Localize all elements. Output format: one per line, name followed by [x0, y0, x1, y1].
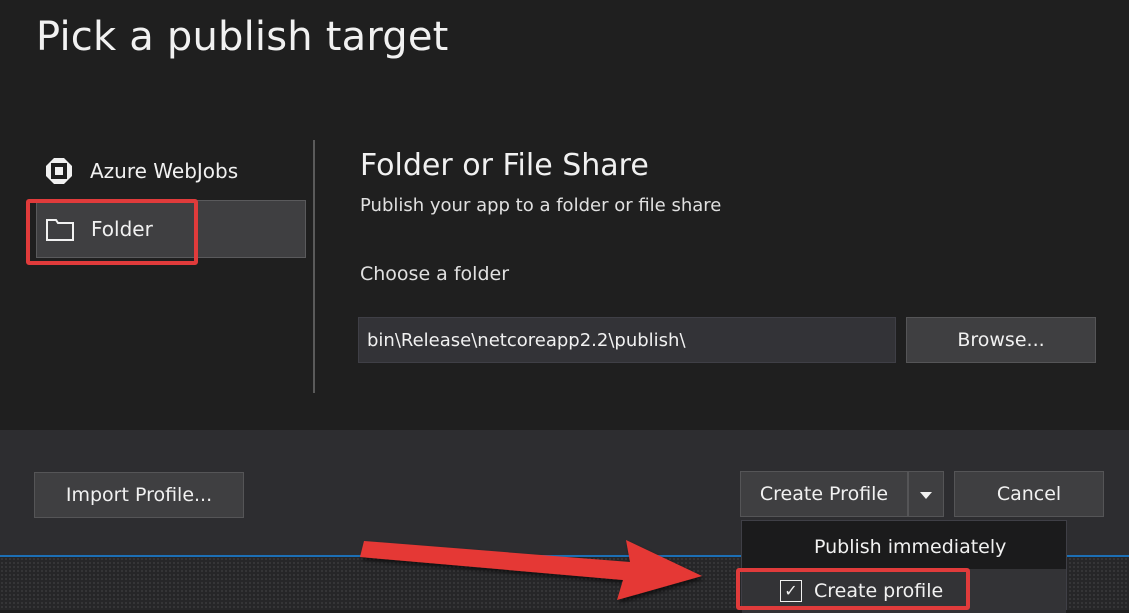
highlight-box-folder — [26, 199, 198, 265]
cancel-button[interactable]: Cancel — [954, 471, 1104, 517]
panel-divider — [313, 140, 315, 393]
sidebar-item-azure-webjobs[interactable]: Azure WebJobs — [36, 143, 306, 199]
publish-dialog: Pick a publish target Azure WebJobs Fold… — [0, 0, 1129, 613]
menu-item-publish-immediately[interactable]: Publish immediately — [742, 525, 1066, 569]
menu-item-label: Publish immediately — [814, 536, 1007, 558]
choose-folder-label: Choose a folder — [360, 263, 510, 285]
sidebar-item-label: Azure WebJobs — [90, 159, 239, 183]
target-description: Publish your app to a folder or file sha… — [360, 195, 722, 216]
import-profile-button[interactable]: Import Profile... — [34, 472, 244, 518]
highlight-box-create-profile — [736, 568, 970, 610]
target-panel: Pick a publish target Azure WebJobs Fold… — [0, 0, 1129, 430]
dialog-title: Pick a publish target — [36, 14, 449, 60]
browse-button[interactable]: Browse... — [906, 317, 1096, 363]
create-profile-button[interactable]: Create Profile — [740, 471, 908, 517]
caret-down-icon — [920, 483, 932, 505]
target-title: Folder or File Share — [360, 148, 649, 183]
create-profile-dropdown-button[interactable] — [908, 471, 944, 517]
folder-path-input[interactable] — [358, 317, 896, 363]
azure-webjobs-icon — [44, 156, 74, 186]
